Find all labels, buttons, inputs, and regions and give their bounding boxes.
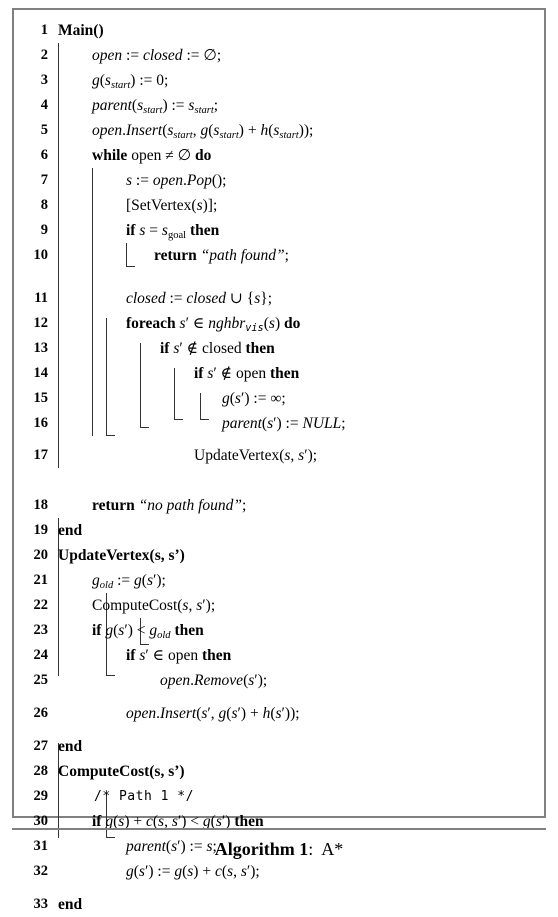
- line-number: 24: [33, 647, 49, 663]
- algorithm-line: 14 if s′ ∉ open then: [14, 361, 544, 386]
- line-number: 9: [40, 222, 48, 238]
- algorithm-line: 13 if s′ ∉ closed then: [14, 336, 544, 361]
- algorithm-line: 17 UpdateVertex(s, s′);: [14, 443, 544, 468]
- line-number: 19: [33, 522, 49, 538]
- line-number: 27: [33, 738, 49, 754]
- line-number: 17: [33, 447, 49, 463]
- line-comment: /* Path 1 */: [94, 789, 194, 804]
- line-code: g(s′) := ∞;: [222, 390, 286, 407]
- line-code: open := closed := ∅;: [92, 47, 222, 64]
- algorithm-line: 32 g(s′) := g(s) + c(s, s′);: [14, 859, 544, 884]
- algorithm-line: 26 open.Insert(s′, g(s′) + h(s′));: [14, 701, 544, 726]
- line-code: closed := closed ∪ {s};: [126, 290, 273, 307]
- line-code: end: [58, 522, 83, 539]
- line-number: 10: [33, 247, 49, 263]
- line-number: 13: [33, 340, 49, 356]
- line-code: return “path found”;: [154, 247, 289, 264]
- line-number: 5: [40, 122, 48, 138]
- algorithm-line: 11 closed := closed ∪ {s};: [14, 286, 544, 311]
- line-code: ComputeCost(s, s’): [58, 763, 185, 780]
- algorithm-line: 25 open.Remove(s′);: [14, 668, 544, 693]
- line-number: 16: [33, 415, 49, 431]
- line-code: end: [58, 896, 83, 913]
- algorithm-line: 8 [SetVertex(s)];: [14, 193, 544, 218]
- algorithm-line: 24 if s′ ∈ open then: [14, 643, 544, 668]
- algorithm-line: 18 return “no path found”;: [14, 493, 544, 518]
- line-number: 30: [33, 813, 49, 829]
- algorithm-line: 9 if s = sgoal then: [14, 218, 544, 243]
- line-number: 23: [33, 622, 49, 638]
- algorithm-line: 2 open := closed := ∅;: [14, 43, 544, 68]
- algorithm-line: 7 s := open.Pop();: [14, 168, 544, 193]
- algorithm-line: 6 while open ≠ ∅ do: [14, 143, 544, 168]
- algorithm-body: 1 Main() 2 open := closed := ∅; 3 g(ssta…: [14, 10, 544, 913]
- line-number: 7: [40, 172, 48, 188]
- algorithm-line: 29 /* Path 1 */: [14, 784, 544, 809]
- line-number: 22: [33, 597, 49, 613]
- line-number: 3: [40, 72, 48, 88]
- algorithm-line: 15 g(s′) := ∞;: [14, 386, 544, 411]
- algorithm-line: 28 ComputeCost(s, s’): [14, 759, 544, 784]
- algorithm-line: 27 end: [14, 734, 544, 759]
- line-code: while open ≠ ∅ do: [92, 147, 212, 164]
- line-code: open.Insert(s′, g(s′) + h(s′));: [126, 705, 300, 722]
- line-number: 21: [33, 572, 49, 588]
- algorithm-line: 19 end: [14, 518, 544, 543]
- line-code: Main(): [58, 22, 104, 39]
- line-code: open.Remove(s′);: [160, 672, 268, 689]
- algorithm-line: 3 g(sstart) := 0;: [14, 68, 544, 93]
- algorithm-line: 30 if g(s) + c(s, s′) < g(s′) then: [14, 809, 544, 834]
- line-number: 20: [33, 547, 49, 563]
- line-code: if g(s) + c(s, s′) < g(s′) then: [92, 813, 264, 830]
- algorithm-line: 21 gold := g(s′);: [14, 568, 544, 593]
- algorithm-line: 10 return “path found”;: [14, 243, 544, 268]
- line-code: UpdateVertex(s, s′);: [194, 447, 318, 464]
- caption-label: Algorithm 1: [214, 839, 309, 859]
- line-code: if s′ ∈ open then: [126, 647, 232, 664]
- caption-divider: [12, 828, 546, 830]
- line-number: 33: [33, 896, 49, 912]
- algorithm-line: 16 parent(s′) := NULL;: [14, 411, 544, 436]
- line-number: 2: [40, 47, 48, 63]
- algorithm-line: 4 parent(sstart) := sstart;: [14, 93, 544, 118]
- line-number: 28: [33, 763, 49, 779]
- line-number: 12: [33, 315, 49, 331]
- algorithm-frame: 1 Main() 2 open := closed := ∅; 3 g(ssta…: [12, 8, 546, 913]
- line-number: 32: [33, 863, 49, 879]
- line-code: if s′ ∉ open then: [194, 365, 300, 382]
- line-code: g(s′) := g(s) + c(s, s′);: [126, 863, 260, 880]
- line-code: ComputeCost(s, s′);: [92, 597, 216, 614]
- line-code: return “no path found”;: [92, 497, 247, 514]
- line-number: 6: [40, 147, 48, 163]
- line-code: parent(s′) := NULL;: [222, 415, 346, 432]
- line-code: UpdateVertex(s, s’): [58, 547, 185, 564]
- line-number: 29: [33, 788, 49, 804]
- algorithm-line: 1 Main(): [14, 18, 544, 43]
- algorithm-line: 12 foreach s′ ∈ nghbrvis(s) do: [14, 311, 544, 336]
- algorithm-line: 33 end: [14, 892, 544, 917]
- caption-separator: :: [308, 839, 314, 859]
- line-code: [SetVertex(s)];: [126, 197, 218, 214]
- caption-name: A*: [321, 839, 344, 859]
- algorithm-line: 5 open.Insert(sstart, g(sstart) + h(ssta…: [14, 118, 544, 143]
- algorithm-caption: Algorithm 1: A*: [12, 836, 546, 862]
- line-code: end: [58, 738, 83, 755]
- line-number: 25: [33, 672, 49, 688]
- line-number: 4: [40, 97, 48, 113]
- line-number: 26: [33, 705, 49, 721]
- algorithm-line: 22 ComputeCost(s, s′);: [14, 593, 544, 618]
- line-code: s := open.Pop();: [126, 172, 227, 189]
- line-number: 11: [34, 290, 48, 306]
- algorithm-line: 23 if g(s′) < gold then: [14, 618, 544, 643]
- line-code: if s′ ∉ closed then: [160, 340, 275, 357]
- algorithm-line: 20 UpdateVertex(s, s’): [14, 543, 544, 568]
- line-number: 8: [40, 197, 48, 213]
- line-number: 1: [40, 22, 48, 38]
- line-number: 15: [33, 390, 49, 406]
- line-number: 14: [33, 365, 49, 381]
- line-number: 18: [33, 497, 49, 513]
